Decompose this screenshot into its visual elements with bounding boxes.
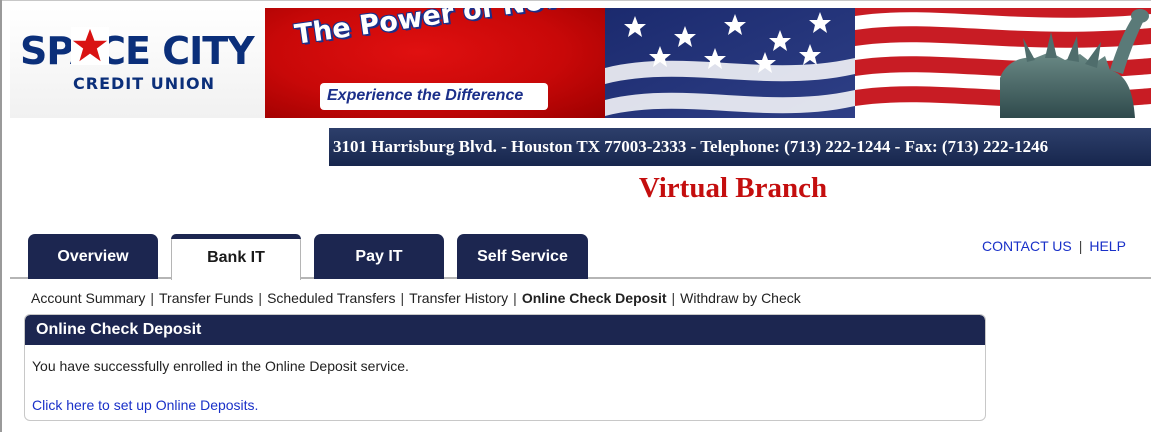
contact-us-link[interactable]: CONTACT US: [982, 238, 1072, 254]
tagline-panel: The Power of Now Experience the Differen…: [265, 8, 605, 118]
enrollment-message: You have successfully enrolled in the On…: [32, 358, 409, 374]
tab-overview[interactable]: Overview: [28, 234, 158, 279]
address-bar: 3101 Harrisburg Blvd. - Houston TX 77003…: [329, 128, 1151, 166]
flag-liberty-image: [605, 8, 1151, 118]
window-left-edge: [0, 0, 2, 432]
subnav-withdraw-by-check[interactable]: Withdraw by Check: [680, 290, 801, 306]
panel-title: Online Check Deposit: [25, 315, 985, 345]
separator: |: [400, 290, 405, 306]
slogan: Experience the Difference: [327, 87, 524, 104]
separator: |: [1078, 238, 1083, 254]
logo-wordmark: SPACE CITY: [20, 29, 255, 73]
help-link[interactable]: HELP: [1089, 238, 1126, 254]
tab-bank-it[interactable]: Bank IT: [171, 234, 301, 280]
logo-subtitle: CREDIT UNION: [73, 74, 216, 93]
tab-pay-it[interactable]: Pay IT: [314, 234, 444, 279]
subnav-transfer-funds[interactable]: Transfer Funds: [159, 290, 253, 306]
subnav-account-summary[interactable]: Account Summary: [31, 290, 145, 306]
subnav-scheduled-transfers[interactable]: Scheduled Transfers: [267, 290, 395, 306]
tagline: The Power of Now: [292, 8, 570, 51]
tab-self-service[interactable]: Self Service: [457, 234, 588, 279]
page-title: Virtual Branch: [638, 172, 828, 204]
window-top-edge: [0, 0, 1151, 1]
header-banner: SPACE CITY CREDIT UNION The Power of Now…: [10, 8, 1151, 118]
separator: |: [513, 290, 517, 306]
subnav-transfer-history[interactable]: Transfer History: [409, 290, 508, 306]
subnav-online-check-deposit[interactable]: Online Check Deposit: [522, 290, 667, 306]
separator: |: [671, 290, 676, 306]
utility-links: CONTACT US | HELP: [982, 238, 1126, 254]
separator: |: [150, 290, 155, 306]
star-icon: [71, 27, 109, 65]
separator: |: [258, 290, 263, 306]
online-check-deposit-panel: Online Check Deposit You have successful…: [24, 314, 986, 421]
sub-navigation: Account Summary | Transfer Funds | Scheduled…: [31, 290, 801, 306]
setup-online-deposits-link[interactable]: Click here to set up Online Deposits.: [32, 397, 258, 413]
logo[interactable]: SPACE CITY CREDIT UNION: [10, 8, 265, 118]
